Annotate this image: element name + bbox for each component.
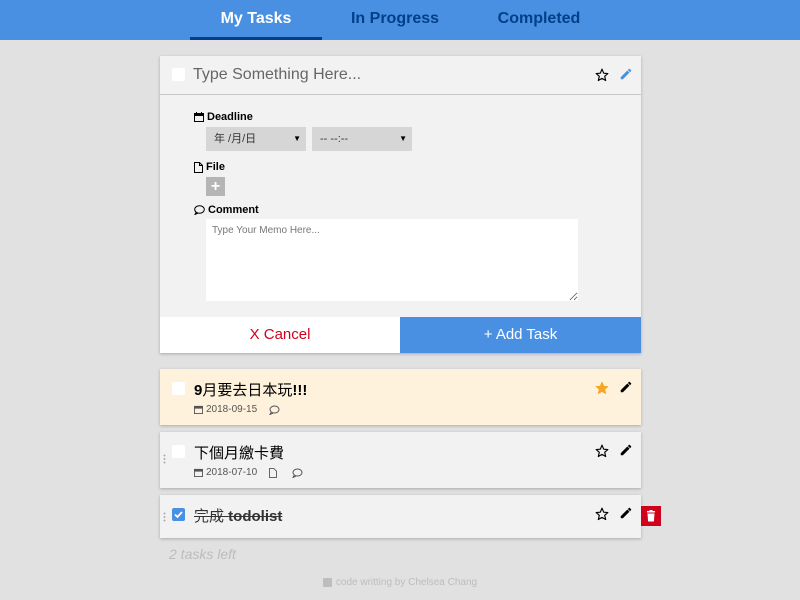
comment-icon — [269, 405, 280, 415]
task-title: 完成 todolist — [194, 508, 283, 525]
task-title: 9月要去日本玩!!! — [194, 382, 308, 399]
new-task-checkbox[interactable] — [172, 68, 185, 81]
edit-pencil-icon[interactable] — [619, 506, 633, 525]
deadline-label-text: Deadline — [207, 111, 253, 123]
edit-square-icon — [322, 578, 332, 587]
task-title: 下個月繳卡費 — [194, 445, 285, 462]
add-task-button[interactable]: + Add Task — [400, 317, 641, 353]
edit-pencil-icon[interactable] — [619, 443, 633, 462]
tasks-left-count: 2 tasks left — [169, 546, 236, 562]
date-picker[interactable]: 年 /月/日 ▼ — [206, 127, 306, 151]
time-picker[interactable]: -- --:-- ▼ — [312, 127, 412, 151]
calendar-icon — [194, 112, 204, 122]
tab-in-progress[interactable]: In Progress — [336, 0, 454, 40]
file-icon — [269, 467, 278, 478]
comment-label: Comment — [194, 204, 259, 216]
calendar-icon — [194, 468, 203, 477]
new-task-panel: Deadline 年 /月/日 ▼ -- --:-- ▼ File + Comm… — [160, 56, 641, 353]
task-date: 2018-09-15 — [206, 404, 258, 415]
time-value: -- --:-- — [320, 133, 349, 145]
memo-textarea[interactable] — [206, 219, 578, 301]
add-file-button[interactable]: + — [206, 177, 225, 196]
deadline-label: Deadline — [194, 111, 253, 123]
checkmark-icon — [174, 511, 183, 519]
calendar-icon — [194, 405, 203, 414]
trash-icon — [647, 510, 655, 522]
drag-handle-icon[interactable] — [163, 512, 166, 522]
task-checkbox[interactable] — [172, 445, 185, 458]
task-meta: 2018-09-15 — [194, 404, 283, 415]
star-icon[interactable] — [595, 444, 609, 463]
task-item[interactable]: 9月要去日本玩!!! 2018-09-15 — [160, 369, 641, 425]
footer: code writting by Chelsea Chang — [0, 577, 800, 588]
comment-icon — [194, 205, 205, 215]
task-title-input[interactable] — [193, 65, 573, 85]
tab-completed[interactable]: Completed — [470, 0, 608, 40]
task-checkbox-checked[interactable] — [172, 508, 185, 521]
edit-pencil-icon[interactable] — [619, 67, 633, 86]
delete-button[interactable] — [641, 506, 661, 526]
task-date: 2018-07-10 — [206, 467, 258, 478]
file-label: File — [194, 161, 225, 173]
tab-my-tasks[interactable]: My Tasks — [190, 0, 322, 40]
drag-handle-icon[interactable] — [163, 454, 166, 464]
task-meta: 2018-07-10 — [194, 467, 306, 478]
file-icon — [194, 161, 203, 173]
star-icon[interactable] — [595, 68, 609, 87]
task-item[interactable]: 完成 todolist — [160, 495, 641, 538]
comment-label-text: Comment — [208, 204, 259, 216]
task-item[interactable]: 下個月繳卡費 2018-07-10 — [160, 432, 641, 488]
star-icon[interactable] — [595, 507, 609, 526]
date-value: 年 /月/日 — [214, 133, 257, 145]
chevron-down-icon: ▼ — [399, 134, 407, 143]
top-nav-bar: My Tasks In Progress Completed — [0, 0, 800, 40]
star-filled-icon[interactable] — [595, 381, 609, 400]
chevron-down-icon: ▼ — [293, 134, 301, 143]
comment-icon — [292, 468, 303, 478]
file-label-text: File — [206, 161, 225, 173]
edit-pencil-icon[interactable] — [619, 380, 633, 399]
new-task-header — [160, 56, 641, 95]
cancel-button[interactable]: X Cancel — [160, 317, 400, 353]
task-checkbox[interactable] — [172, 382, 185, 395]
footer-credit: code writting by Chelsea Chang — [335, 577, 478, 588]
